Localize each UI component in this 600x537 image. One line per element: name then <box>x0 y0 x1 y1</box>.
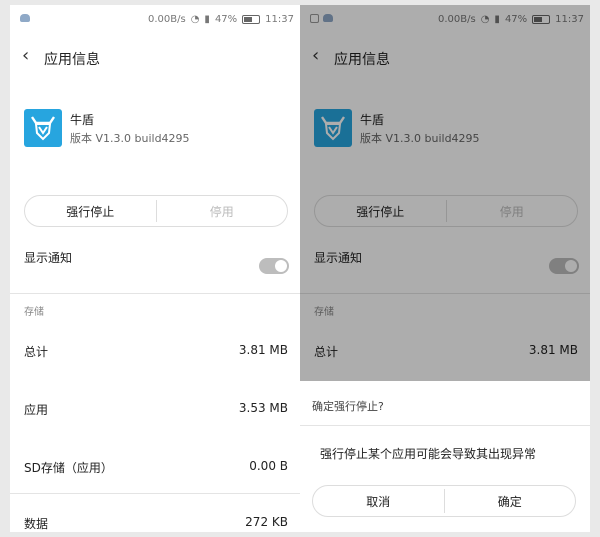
storage-app-value: 3.53 MB <box>238 401 288 415</box>
wifi-icon: ◔ <box>190 14 200 25</box>
battery-icon <box>242 15 261 24</box>
storage-data-value: 272 KB <box>245 515 288 529</box>
network-speed: 0.00B/s <box>147 14 186 25</box>
battery-percent: 47% <box>214 14 238 25</box>
cancel-button[interactable]: 取消 <box>313 486 444 516</box>
disable-button[interactable]: 停用 <box>157 196 288 226</box>
page-title: 应用信息 <box>44 52 100 68</box>
action-buttons: 强行停止 停用 <box>24 195 288 227</box>
storage-sd-label: SD存储（应用） <box>24 461 113 475</box>
notification-toggle[interactable] <box>259 258 289 274</box>
dialog-buttons: 取消 确定 <box>312 485 576 517</box>
app-icon <box>24 109 62 147</box>
app-info-screen: 0.00B/s ◔ ▮ 47% 11:37 ‹ 应用信息 牛盾 版本 V1.3.… <box>10 5 300 532</box>
status-bar: 0.00B/s ◔ ▮ 47% 11:37 <box>10 5 300 33</box>
storage-sd-value: 0.00 B <box>249 459 288 473</box>
bull-shield-icon <box>31 116 55 141</box>
storage-section-title: 存储 <box>24 307 44 318</box>
divider <box>10 293 300 294</box>
storage-total-value: 3.81 MB <box>238 343 288 357</box>
header: ‹ 应用信息 <box>10 41 300 75</box>
app-version: 版本 V1.3.0 build4295 <box>70 132 190 145</box>
app-name: 牛盾 <box>70 113 95 127</box>
clock: 11:37 <box>265 14 294 25</box>
force-stop-button[interactable]: 强行停止 <box>25 196 156 226</box>
dialog-message: 强行停止某个应用可能会导致其出现异常 <box>320 447 537 461</box>
storage-app-label: 应用 <box>24 403 49 417</box>
cloud-icon <box>20 14 30 22</box>
dim-overlay[interactable] <box>300 5 590 381</box>
signal-icon: ▮ <box>204 14 210 25</box>
storage-data-label: 数据 <box>24 517 49 531</box>
divider <box>300 425 590 426</box>
show-notification-label: 显示通知 <box>24 251 73 265</box>
back-arrow-icon[interactable]: ‹ <box>22 45 29 66</box>
divider <box>10 493 300 494</box>
dialog-title: 确定强行停止? <box>312 400 384 413</box>
force-stop-dialog-screen: 0.00B/s ◔ ▮ 47% 11:37 ‹ 应用信息 牛盾 版本 V1.3.… <box>300 5 590 532</box>
storage-total-label: 总计 <box>24 345 49 359</box>
confirm-button[interactable]: 确定 <box>445 486 576 516</box>
